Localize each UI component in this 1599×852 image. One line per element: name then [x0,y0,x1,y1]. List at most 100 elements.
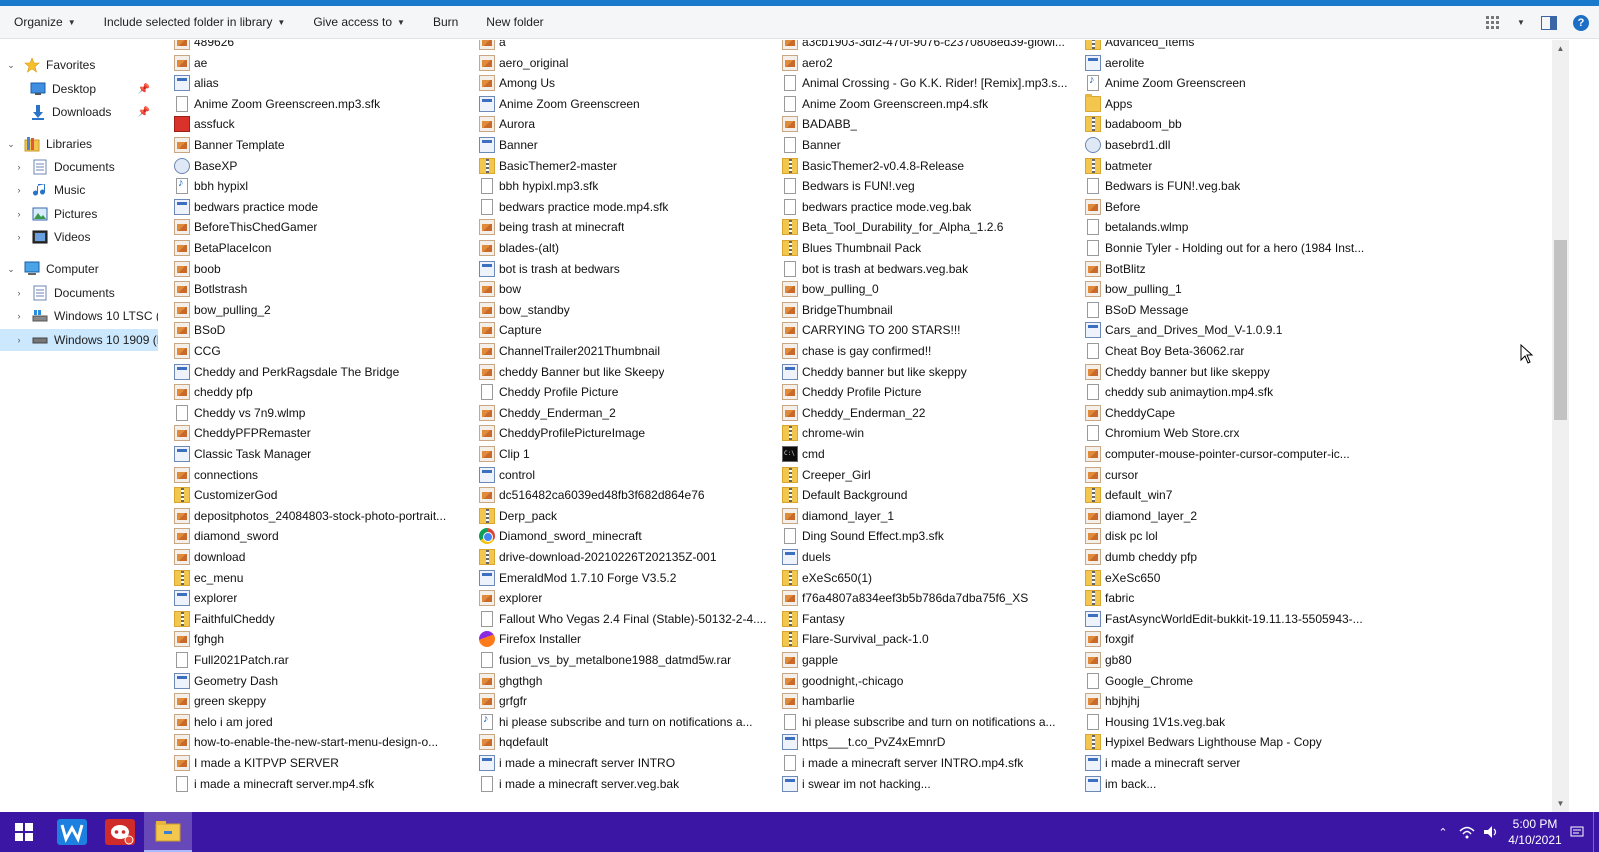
file-item[interactable]: Among Us [479,73,769,93]
file-item[interactable]: Bedwars is FUN!.veg [782,176,1072,196]
file-item[interactable]: BaseXP [174,156,464,176]
nav-drive-1909[interactable]: › Windows 10 1909 (D [0,329,158,351]
chevron-expanded-icon[interactable]: ⌄ [4,139,18,150]
file-item[interactable]: BeforeThisChedGamer [174,217,464,237]
scroll-thumb[interactable] [1554,240,1567,420]
file-item[interactable]: CARRYING TO 200 STARS!!! [782,320,1072,340]
file-item[interactable]: Cheddy_Enderman_2 [479,403,769,423]
file-item[interactable]: ec_menu [174,568,464,588]
nav-computer[interactable]: ⌄ Computer [0,258,158,280]
file-item[interactable]: depositphotos_24084803-stock-photo-portr… [174,506,464,526]
start-button[interactable] [0,812,48,852]
file-item[interactable]: I made a KITPVP SERVER [174,753,464,773]
file-item[interactable]: bedwars practice mode [174,197,464,217]
file-item[interactable]: i swear im not hacking... [782,774,1072,794]
file-item[interactable]: i made a minecraft server.mp4.sfk [174,774,464,794]
file-item[interactable]: bot is trash at bedwars [479,259,769,279]
file-item[interactable]: explorer [479,588,769,608]
nav-drive-ltsc[interactable]: › Windows 10 LTSC (C [0,305,159,327]
chevron-expanded-icon[interactable]: ⌄ [4,264,18,275]
file-item[interactable]: drive-download-20210226T202135Z-001 [479,547,769,567]
nav-music[interactable]: › Music [0,179,158,201]
file-item[interactable]: aero2 [782,53,1072,73]
file-item[interactable]: computer-mouse-pointer-cursor-computer-i… [1085,444,1375,464]
file-item[interactable]: 489626 [174,40,464,52]
file-item[interactable]: bow_pulling_1 [1085,279,1375,299]
file-item[interactable]: dumb cheddy pfp [1085,547,1375,567]
file-item[interactable]: Bedwars is FUN!.veg.bak [1085,176,1375,196]
view-options-button[interactable] [1479,6,1507,39]
chevron-right-icon[interactable]: › [12,232,26,242]
file-item[interactable]: Chromium Web Store.crx [1085,423,1375,443]
file-item[interactable]: ChannelTrailer2021Thumbnail [479,341,769,361]
file-item[interactable]: BSoD [174,320,464,340]
file-item[interactable]: control [479,465,769,485]
file-item[interactable]: Blues Thumbnail Pack [782,238,1072,258]
file-item[interactable]: Before [1085,197,1375,217]
chevron-expanded-icon[interactable]: ⌄ [4,60,18,71]
file-item[interactable]: Banner Template [174,135,464,155]
file-item[interactable]: green skeppy [174,691,464,711]
file-item[interactable]: Firefox Installer [479,629,769,649]
file-item[interactable]: Advanced_Items [1085,40,1375,52]
file-item[interactable]: a3cb1903-3df2-470f-9076-c2370808ed39-glo… [782,40,1072,52]
file-item[interactable]: hi please subscribe and turn on notifica… [479,712,769,732]
chevron-right-icon[interactable]: › [12,311,26,321]
file-item[interactable]: Botlstrash [174,279,464,299]
file-item[interactable]: aero_original [479,53,769,73]
nav-pictures[interactable]: › Pictures [0,203,158,225]
file-item[interactable]: dc516482ca6039ed48fb3f682d864e76 [479,485,769,505]
file-item[interactable]: Banner [479,135,769,155]
file-item[interactable]: assfuck [174,114,464,134]
file-item[interactable]: CustomizerGod [174,485,464,505]
file-item[interactable]: bow [479,279,769,299]
file-item[interactable]: fusion_vs_by_metalbone1988_datmd5w.rar [479,650,769,670]
file-item[interactable]: hbjhjhj [1085,691,1375,711]
file-item[interactable]: BetaPlaceIcon [174,238,464,258]
chevron-right-icon[interactable]: › [12,185,26,195]
file-item[interactable]: Aurora [479,114,769,134]
file-item[interactable]: bbh hypixl.mp3.sfk [479,176,769,196]
file-item[interactable]: Cheat Boy Beta-36062.rar [1085,341,1375,361]
file-item[interactable]: f76a4807a834eef3b5b786da7dba75f6_XS [782,588,1072,608]
file-item[interactable]: Anime Zoom Greenscreen.mp3.sfk [174,94,464,114]
file-item[interactable]: explorer [174,588,464,608]
taskbar-app-file-explorer[interactable] [144,812,192,852]
nav-computer-documents[interactable]: › Documents [0,282,158,304]
file-item[interactable]: ghgthgh [479,671,769,691]
file-item[interactable]: download [174,547,464,567]
file-item[interactable]: basebrd1.dll [1085,135,1375,155]
file-item[interactable]: bedwars practice mode.mp4.sfk [479,197,769,217]
organize-button[interactable]: Organize ▼ [0,6,90,39]
file-item[interactable]: Derp_pack [479,506,769,526]
file-item[interactable]: boob [174,259,464,279]
file-item[interactable]: Banner [782,135,1072,155]
file-item[interactable]: i made a minecraft server INTRO [479,753,769,773]
file-item[interactable]: eXeSc650(1) [782,568,1072,588]
file-item[interactable]: BotBlitz [1085,259,1375,279]
file-item[interactable]: fghgh [174,629,464,649]
file-item[interactable]: bbh hypixl [174,176,464,196]
file-item[interactable]: cmd [782,444,1072,464]
nav-videos[interactable]: › Videos [0,226,158,248]
file-item[interactable]: Cheddy Profile Picture [782,382,1072,402]
scroll-up-arrow-icon[interactable]: ▲ [1552,40,1569,57]
file-item[interactable]: default_win7 [1085,485,1375,505]
file-item[interactable]: Anime Zoom Greenscreen [1085,73,1375,93]
file-item[interactable]: BasicThemer2-master [479,156,769,176]
file-item[interactable]: Apps [1085,93,1375,114]
show-hidden-icons-button[interactable]: ⌃ [1431,812,1455,852]
file-item[interactable]: gapple [782,650,1072,670]
file-item[interactable]: Geometry Dash [174,671,464,691]
file-item[interactable]: connections [174,465,464,485]
file-item[interactable]: Cars_and_Drives_Mod_V-1.0.9.1 [1085,320,1375,340]
file-item[interactable]: how-to-enable-the-new-start-menu-design-… [174,732,464,752]
new-folder-button[interactable]: New folder [472,6,557,39]
file-item[interactable]: grfgfr [479,691,769,711]
file-item[interactable]: helo i am jored [174,712,464,732]
file-item[interactable]: diamond_sword [174,526,464,546]
file-item[interactable]: blades-(alt) [479,238,769,258]
include-library-button[interactable]: Include selected folder in library ▼ [90,6,300,39]
file-item[interactable]: Fallout Who Vegas 2.4 Final (Stable)-501… [479,609,769,629]
clock[interactable]: 5:00 PM 4/10/2021 [1503,816,1567,848]
